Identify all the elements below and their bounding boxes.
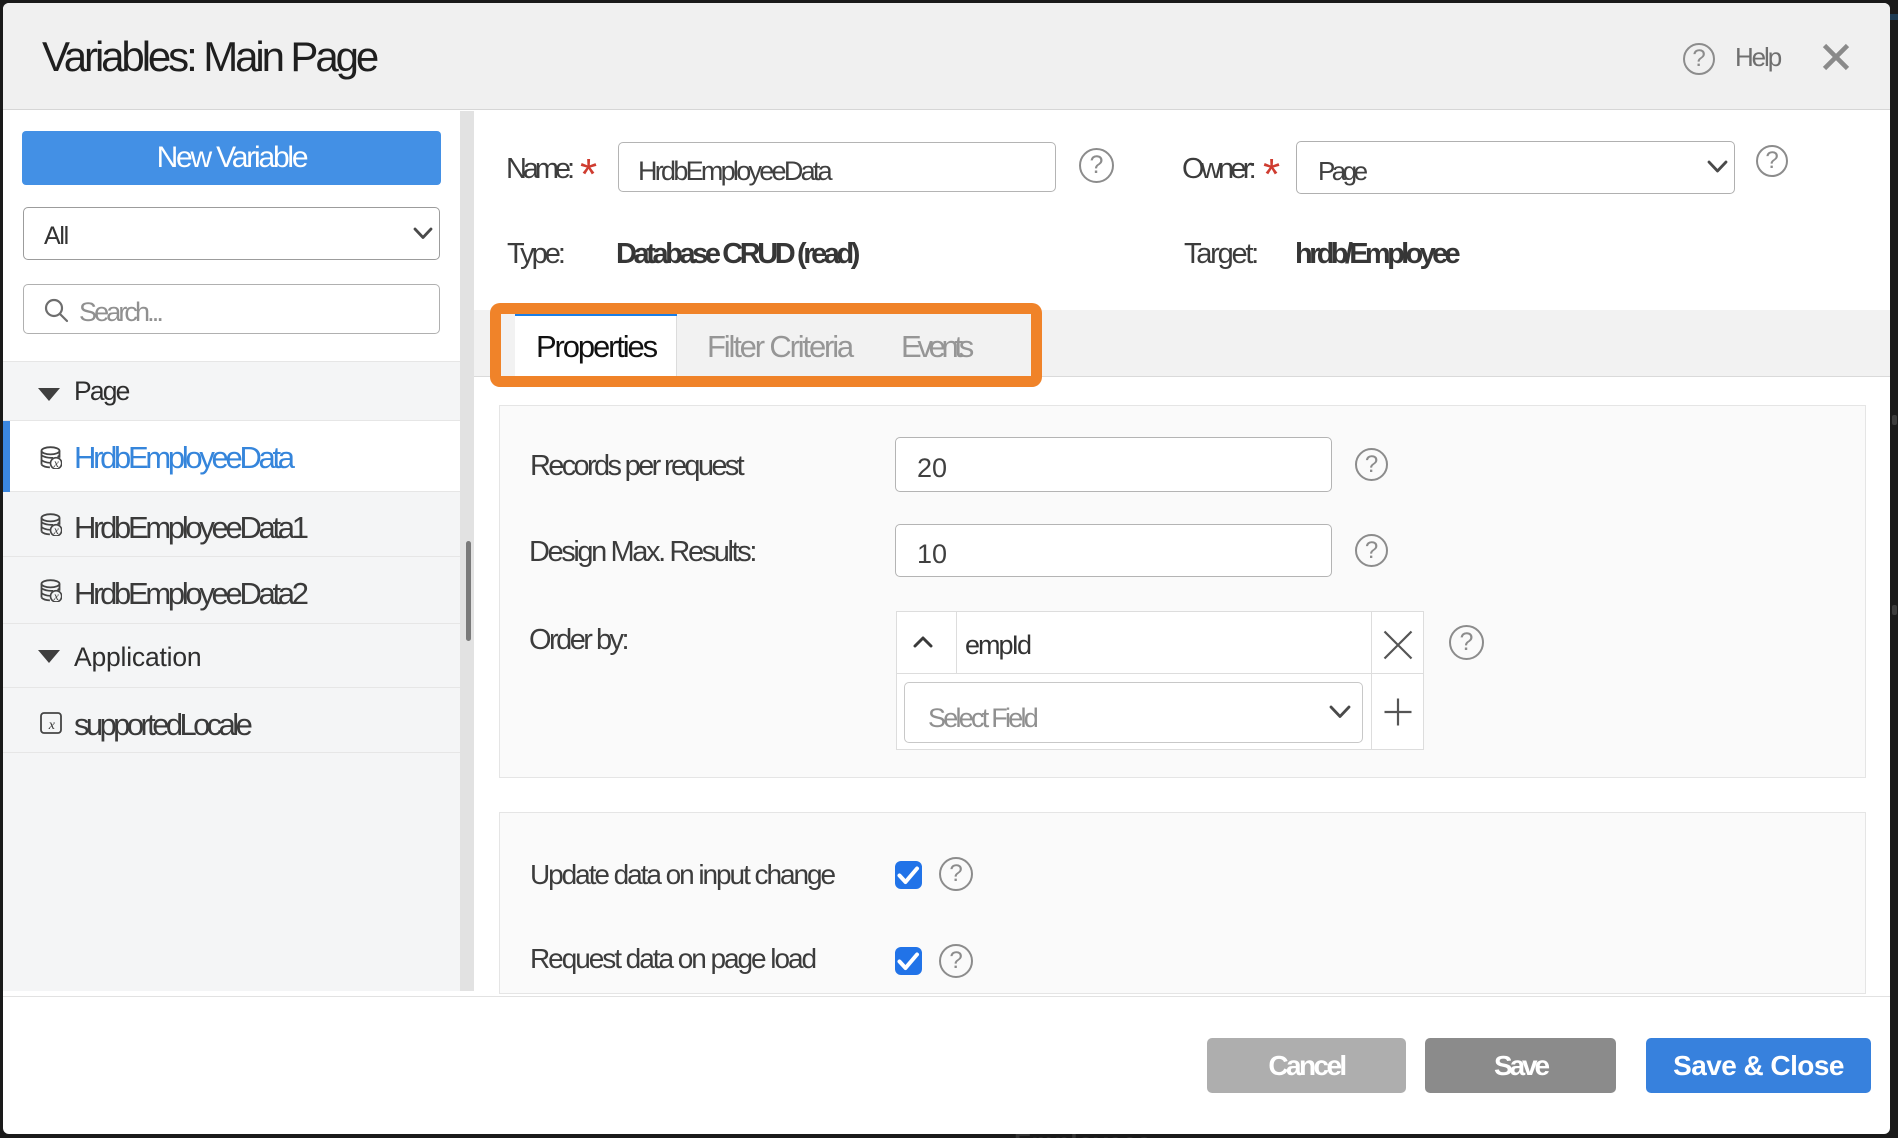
svg-text:x: x [53, 591, 60, 602]
svg-text:x: x [48, 718, 56, 733]
svg-text:x: x [53, 525, 60, 536]
svg-text:x: x [53, 458, 60, 469]
